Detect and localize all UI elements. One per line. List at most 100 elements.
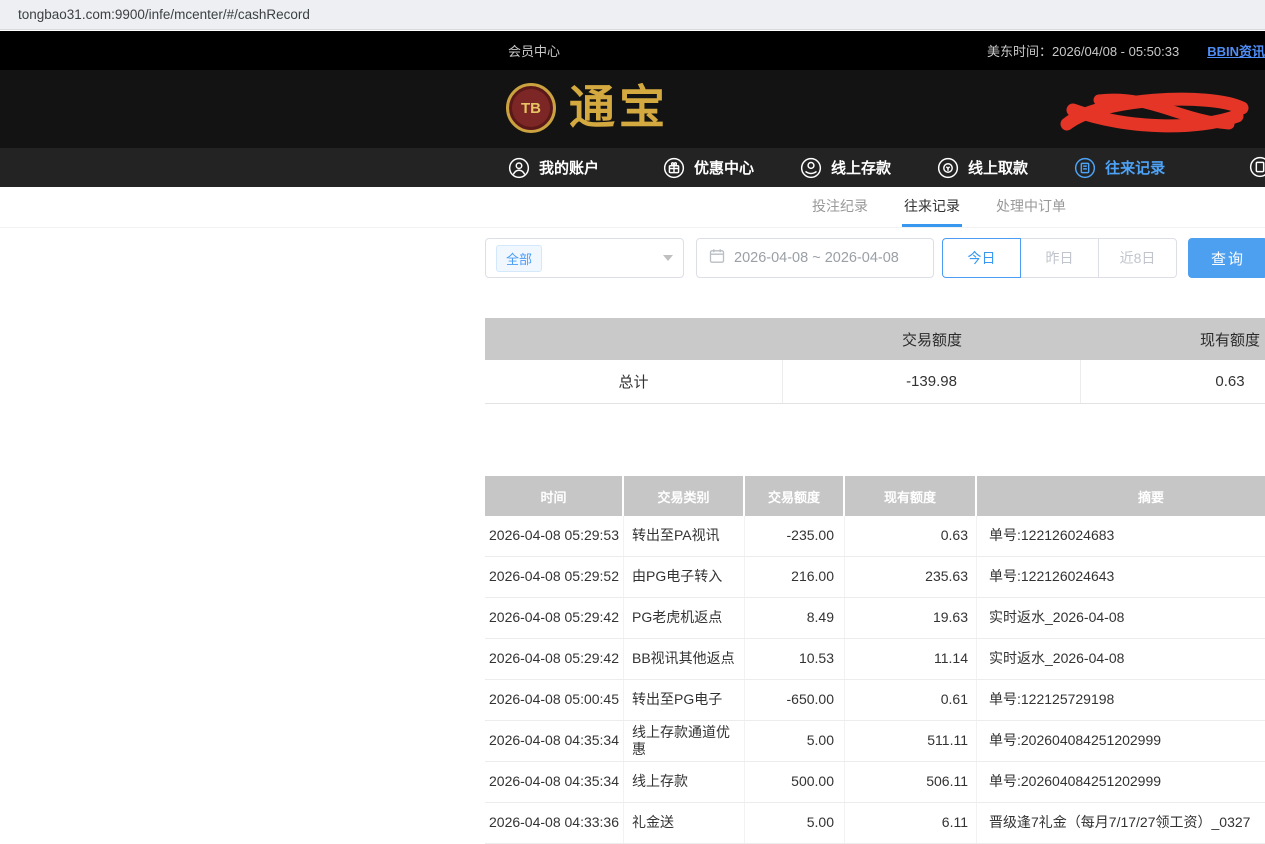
- cell-type: 由PG电子转入: [624, 557, 745, 597]
- cell-balance: 6.11: [845, 803, 977, 843]
- address-url: tongbao31.com:9900/infe/mcenter/#/cashRe…: [18, 7, 310, 22]
- summary-total-balance: 0.63: [1081, 360, 1265, 403]
- filter-bar: 全部 2026-04-08 ~ 2026-04-08 今日 昨日 近8日 查询: [0, 238, 1265, 278]
- topbar-right: 美东时间：2026/04/08 - 05:50:33 BBIN资讯: [987, 41, 1265, 60]
- records-icon: [1074, 157, 1096, 179]
- type-select[interactable]: 全部: [485, 238, 684, 278]
- user-icon: [508, 157, 530, 179]
- withdraw-icon: [937, 157, 959, 179]
- cell-note: 晋级逢7礼金（每月7/17/27领工资）_0327: [977, 803, 1265, 843]
- nav-label: 优惠中心: [694, 157, 754, 178]
- column-header-amount: 交易额度: [745, 476, 845, 516]
- site-header: TB 通宝: [0, 70, 1265, 148]
- cell-balance: 506.11: [845, 762, 977, 802]
- cell-type: 礼金送: [624, 803, 745, 843]
- cell-amount: 5.00: [745, 803, 845, 843]
- table-row: 2026-04-08 04:35:34 线上存款通道优惠 5.00 511.11…: [485, 721, 1265, 762]
- cell-note: 实时返水_2026-04-08: [977, 639, 1265, 679]
- cell-note: 单号:122125729198: [977, 680, 1265, 720]
- cell-time: 2026-04-08 05:29:42: [485, 598, 624, 638]
- partial-nav-icon[interactable]: [1249, 156, 1265, 183]
- quick-range-group: 今日 昨日 近8日: [942, 238, 1177, 278]
- cell-balance: 511.11: [845, 721, 977, 761]
- summary-header-row: 交易额度 现有额度: [485, 318, 1265, 360]
- table-row: 2026-04-08 05:29:52 由PG电子转入 216.00 235.6…: [485, 557, 1265, 598]
- topbar: 会员中心 美东时间：2026/04/08 - 05:50:33 BBIN资讯: [0, 31, 1265, 70]
- records-table: 时间 交易类别 交易额度 现有额度 摘要 2026-04-08 05:29:53…: [485, 476, 1265, 844]
- cell-time: 2026-04-08 05:29:52: [485, 557, 624, 597]
- cell-balance: 0.61: [845, 680, 977, 720]
- cell-time: 2026-04-08 05:00:45: [485, 680, 624, 720]
- chevron-down-icon: [663, 255, 673, 261]
- cell-balance: 11.14: [845, 639, 977, 679]
- records-header-row: 时间 交易类别 交易额度 现有额度 摘要: [485, 476, 1265, 516]
- column-header-time: 时间: [485, 476, 624, 516]
- nav-item-my-account[interactable]: 我的账户: [508, 157, 599, 179]
- bbin-news-link[interactable]: BBIN资讯: [1207, 41, 1265, 60]
- table-row: 2026-04-08 05:29:42 BB视讯其他返点 10.53 11.14…: [485, 639, 1265, 680]
- cell-amount: 500.00: [745, 762, 845, 802]
- table-row: 2026-04-08 05:29:42 PG老虎机返点 8.49 19.63 实…: [485, 598, 1265, 639]
- site-logo[interactable]: TB 通宝: [506, 83, 669, 133]
- sub-navigation: 投注纪录 往来记录 处理中订单: [0, 187, 1265, 228]
- column-header-balance: 现有额度: [845, 476, 977, 516]
- cell-amount: -650.00: [745, 680, 845, 720]
- cell-note: 单号:122126024683: [977, 516, 1265, 556]
- nav-label: 线上存款: [831, 157, 891, 178]
- main-navigation: 我的账户 优惠中心 线上存款 线上取款: [0, 148, 1265, 187]
- cell-time: 2026-04-08 05:29:53: [485, 516, 624, 556]
- nav-item-transaction-records[interactable]: 往来记录: [1074, 157, 1165, 179]
- table-row: 2026-04-08 05:00:45 转出至PG电子 -650.00 0.61…: [485, 680, 1265, 721]
- search-button[interactable]: 查询: [1188, 238, 1265, 278]
- cell-time: 2026-04-08 05:29:42: [485, 639, 624, 679]
- red-scribble-mark: [1059, 86, 1249, 138]
- date-range-input[interactable]: 2026-04-08 ~ 2026-04-08: [696, 238, 934, 278]
- nav-label: 线上取款: [968, 157, 1028, 178]
- table-row: 2026-04-08 04:35:34 线上存款 500.00 506.11 单…: [485, 762, 1265, 803]
- cell-amount: 10.53: [745, 639, 845, 679]
- cell-type: PG老虎机返点: [624, 598, 745, 638]
- nav-item-online-withdraw[interactable]: 线上取款: [937, 157, 1028, 179]
- nav-label: 往来记录: [1105, 157, 1165, 178]
- summary-header-empty: [485, 318, 783, 360]
- cell-note: 单号:202604084251202999: [977, 721, 1265, 761]
- column-header-type: 交易类别: [624, 476, 745, 516]
- cell-note: 单号:122126024643: [977, 557, 1265, 597]
- type-selected-tag[interactable]: 全部: [496, 245, 542, 272]
- cell-note: 单号:202604084251202999: [977, 762, 1265, 802]
- cell-amount: 8.49: [745, 598, 845, 638]
- cell-amount: 5.00: [745, 721, 845, 761]
- records-table-body: 2026-04-08 05:29:53 转出至PA视讯 -235.00 0.63…: [485, 516, 1265, 844]
- table-row: 2026-04-08 04:33:36 礼金送 5.00 6.11 晋级逢7礼金…: [485, 803, 1265, 844]
- logo-badge: TB: [521, 100, 541, 117]
- tab-pending-orders[interactable]: 处理中订单: [994, 187, 1068, 227]
- cell-amount: 216.00: [745, 557, 845, 597]
- cell-note: 实时返水_2026-04-08: [977, 598, 1265, 638]
- column-header-note: 摘要: [977, 476, 1265, 516]
- tab-betting-records[interactable]: 投注纪录: [810, 187, 870, 227]
- date-range-value: 2026-04-08 ~ 2026-04-08: [734, 250, 899, 266]
- cell-type: 线上存款: [624, 762, 745, 802]
- nav-label: 我的账户: [539, 157, 599, 178]
- summary-header-amount: 交易额度: [783, 318, 1081, 360]
- cell-type: BB视讯其他返点: [624, 639, 745, 679]
- last-8-days-button[interactable]: 近8日: [1098, 238, 1177, 278]
- logo-chip-icon: TB: [506, 83, 556, 133]
- summary-total-label: 总计: [485, 360, 783, 403]
- cell-amount: -235.00: [745, 516, 845, 556]
- nav-item-promotions[interactable]: 优惠中心: [663, 157, 754, 179]
- tab-transaction-records[interactable]: 往来记录: [902, 187, 962, 227]
- today-button[interactable]: 今日: [942, 238, 1021, 278]
- cell-type: 转出至PA视讯: [624, 516, 745, 556]
- browser-address-bar[interactable]: tongbao31.com:9900/infe/mcenter/#/cashRe…: [0, 0, 1265, 30]
- cell-type: 转出至PG电子: [624, 680, 745, 720]
- cell-balance: 0.63: [845, 516, 977, 556]
- member-center-link[interactable]: 会员中心: [508, 41, 560, 60]
- cell-balance: 235.63: [845, 557, 977, 597]
- summary-total-amount: -139.98: [783, 360, 1081, 403]
- logo-text: 通宝: [569, 83, 669, 133]
- yesterday-button[interactable]: 昨日: [1020, 238, 1099, 278]
- nav-item-online-deposit[interactable]: 线上存款: [800, 157, 891, 179]
- cell-type: 线上存款通道优惠: [624, 721, 745, 761]
- summary-header-balance: 现有额度: [1081, 318, 1265, 360]
